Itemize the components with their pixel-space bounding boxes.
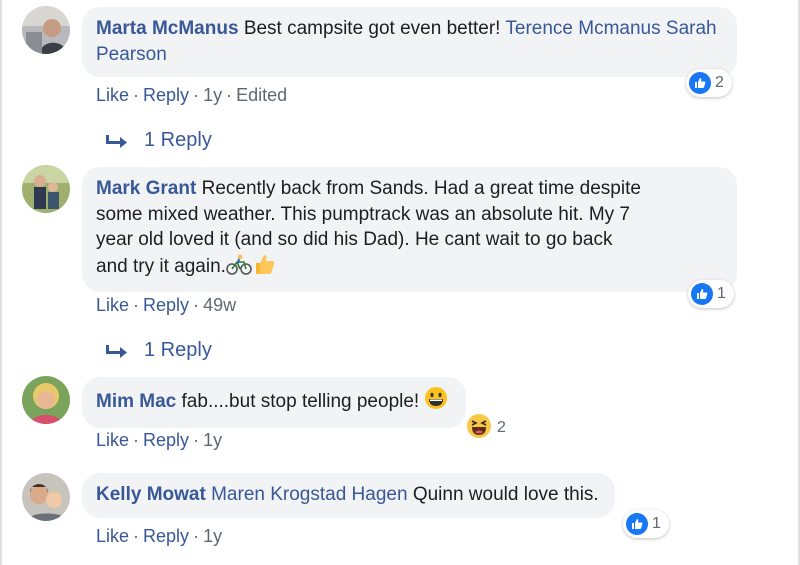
reaction-count[interactable]: 2 <box>686 69 732 97</box>
timestamp[interactable]: 1y <box>203 85 222 105</box>
comment-text-line: Recently back from Sands. Had a great ti… <box>201 178 641 199</box>
comment-author[interactable]: Mark Grant <box>96 178 196 199</box>
comment-author[interactable]: Marta McManus <box>96 18 239 39</box>
left-border <box>0 0 2 565</box>
timestamp[interactable]: 1y <box>203 430 222 450</box>
comment-author[interactable]: Kelly Mowat <box>96 484 206 505</box>
comment-bubble: Marta McManus Best campsite got even bet… <box>82 7 737 77</box>
reaction-number: 1 <box>717 285 726 302</box>
timestamp[interactable]: 49w <box>203 295 236 315</box>
replies-label: 1 Reply <box>144 339 212 361</box>
like-link[interactable]: Like <box>96 430 129 450</box>
avatar[interactable] <box>22 376 70 424</box>
grinning-emoji <box>424 386 448 418</box>
comment-bubble: Mim Mac fab....but stop telling people! <box>82 377 467 428</box>
comment-actions: Like · Reply · 1y <box>96 430 222 451</box>
thumbs-up-emoji <box>252 253 276 283</box>
comment-text-line: some mixed weather. This pumptrack was a… <box>96 203 631 225</box>
avatar[interactable] <box>22 6 70 54</box>
separator-dot: · <box>193 430 200 450</box>
haha-reaction-icon <box>466 413 492 444</box>
comment-author[interactable]: Mim Mac <box>96 391 176 412</box>
comment-text: fab....but stop telling people! <box>181 391 420 412</box>
timestamp[interactable]: 1y <box>203 526 222 546</box>
cyclist-emoji <box>226 253 252 283</box>
separator-dot: · <box>193 526 200 546</box>
edited-label[interactable]: Edited <box>236 85 287 105</box>
like-link[interactable]: Like <box>96 526 129 546</box>
comment-actions: Like · Reply · 1y <box>96 526 222 547</box>
separator-dot: · <box>193 85 200 105</box>
separator-dot: · <box>133 430 140 450</box>
reply-link[interactable]: Reply <box>143 526 189 546</box>
view-replies-link[interactable]: 1 Reply <box>106 129 212 155</box>
avatar[interactable] <box>22 165 70 213</box>
view-replies-link[interactable]: 1 Reply <box>106 339 212 365</box>
comment-actions: Like · Reply · 1y · Edited <box>96 85 287 106</box>
comment-text: Quinn would love this. <box>412 484 599 505</box>
reply-link[interactable]: Reply <box>143 430 189 450</box>
separator-dot: · <box>133 295 140 315</box>
reaction-count[interactable]: 1 <box>688 280 734 308</box>
reply-arrow-icon <box>106 341 130 365</box>
comment-bubble: Kelly Mowat Maren Krogstad Hagen Quinn w… <box>82 473 615 518</box>
avatar[interactable] <box>22 473 70 521</box>
reply-arrow-icon <box>106 131 130 155</box>
mention-link[interactable]: Maren Krogstad Hagen <box>211 484 407 505</box>
reaction-count[interactable]: 2 <box>463 413 514 444</box>
comment-actions: Like · Reply · 49w <box>96 295 236 316</box>
separator-dot: · <box>226 85 233 105</box>
comment-text-line: and try it again. <box>96 255 226 277</box>
reaction-number: 2 <box>497 419 506 436</box>
separator-dot: · <box>133 526 140 546</box>
separator-dot: · <box>193 295 200 315</box>
comment-bubble: Mark Grant Recently back from Sands. Had… <box>82 167 737 292</box>
like-reaction-icon <box>626 513 648 535</box>
like-reaction-icon <box>689 72 711 94</box>
comment-text: Best campsite got even better! <box>243 18 501 39</box>
replies-label: 1 Reply <box>144 129 212 151</box>
like-link[interactable]: Like <box>96 85 129 105</box>
reaction-count[interactable]: 1 <box>623 510 669 538</box>
reaction-number: 1 <box>652 515 661 532</box>
reaction-number: 2 <box>715 74 724 91</box>
reply-link[interactable]: Reply <box>143 85 189 105</box>
like-reaction-icon <box>691 283 713 305</box>
comment-text-line: year old loved it (and so did his Dad). … <box>96 229 613 250</box>
reply-link[interactable]: Reply <box>143 295 189 315</box>
separator-dot: · <box>133 85 140 105</box>
like-link[interactable]: Like <box>96 295 129 315</box>
